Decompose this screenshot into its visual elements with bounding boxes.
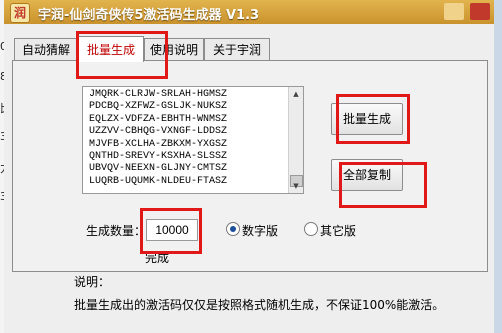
codes-scrollbar[interactable]: ▲ ▼	[288, 87, 303, 193]
radio-numeric-label[interactable]: 数字版	[242, 222, 278, 239]
tab-auto-guess[interactable]: 自动猜解	[14, 38, 78, 61]
code-item: LUQRB-UQUMK-NLDEU-FTASZ	[89, 175, 228, 187]
window-title: 宇润-仙剑奇侠传5激活码生成器 V1.3	[38, 8, 260, 23]
notes-heading: 说明：	[74, 275, 111, 289]
generate-button[interactable]: 批量生成	[331, 103, 403, 135]
codes-textarea[interactable]: JMQRK-CLRJW-SRLAH-HGMSZ PDCBQ-XZFWZ-GSLJ…	[82, 86, 304, 194]
radio-other-label[interactable]: 其它版	[320, 222, 356, 239]
scroll-up-icon[interactable]: ▲	[289, 87, 303, 101]
code-item: MJVFB-XCLHA-ZBKXM-YXGSZ	[89, 138, 228, 150]
count-input[interactable]	[146, 219, 198, 241]
notes-text: 批量生成出的激活码仅仅是按照格式随机生成，不保证100%能激活。	[74, 298, 445, 312]
radio-numeric[interactable]	[226, 222, 240, 236]
code-item: UZZVV-CBHQG-VXNGF-LDDSZ	[89, 126, 228, 138]
tab-batch-generate[interactable]: 批量生成	[78, 36, 144, 62]
code-item: UBVQV-NEEXN-GLJNY-CMTSZ	[89, 163, 228, 175]
codes-list: JMQRK-CLRJW-SRLAH-HGMSZ PDCBQ-XZFWZ-GSLJ…	[89, 89, 227, 188]
count-label: 生成数量：	[86, 224, 147, 238]
status-text: 完成	[145, 251, 170, 265]
code-item: EQLZX-VDFZA-EBHTH-WNMSZ	[89, 113, 228, 125]
radio-other[interactable]	[304, 222, 318, 236]
title-bar[interactable]: 润 宇润-仙剑奇侠传5激活码生成器 V1.3	[4, 0, 494, 24]
scroll-down-icon[interactable]: ▼	[289, 179, 303, 193]
code-item: JMQRK-CLRJW-SRLAH-HGMSZ	[89, 89, 228, 100]
tab-about[interactable]: 关于宇润	[204, 38, 270, 61]
close-button[interactable]	[470, 3, 490, 20]
desktop-background-right	[494, 0, 502, 333]
code-item: PDCBQ-XZFWZ-GSLJK-NUKSZ	[89, 101, 228, 113]
copy-all-button[interactable]: 全部复制	[331, 159, 403, 191]
minimize-button[interactable]	[444, 3, 464, 20]
app-logo-icon: 润	[10, 3, 30, 23]
code-item: QNTHD-SREVY-KSXHA-SLSSZ	[89, 151, 228, 163]
radio-selected-dot	[230, 226, 236, 232]
tab-usage[interactable]: 使用说明	[144, 38, 204, 61]
